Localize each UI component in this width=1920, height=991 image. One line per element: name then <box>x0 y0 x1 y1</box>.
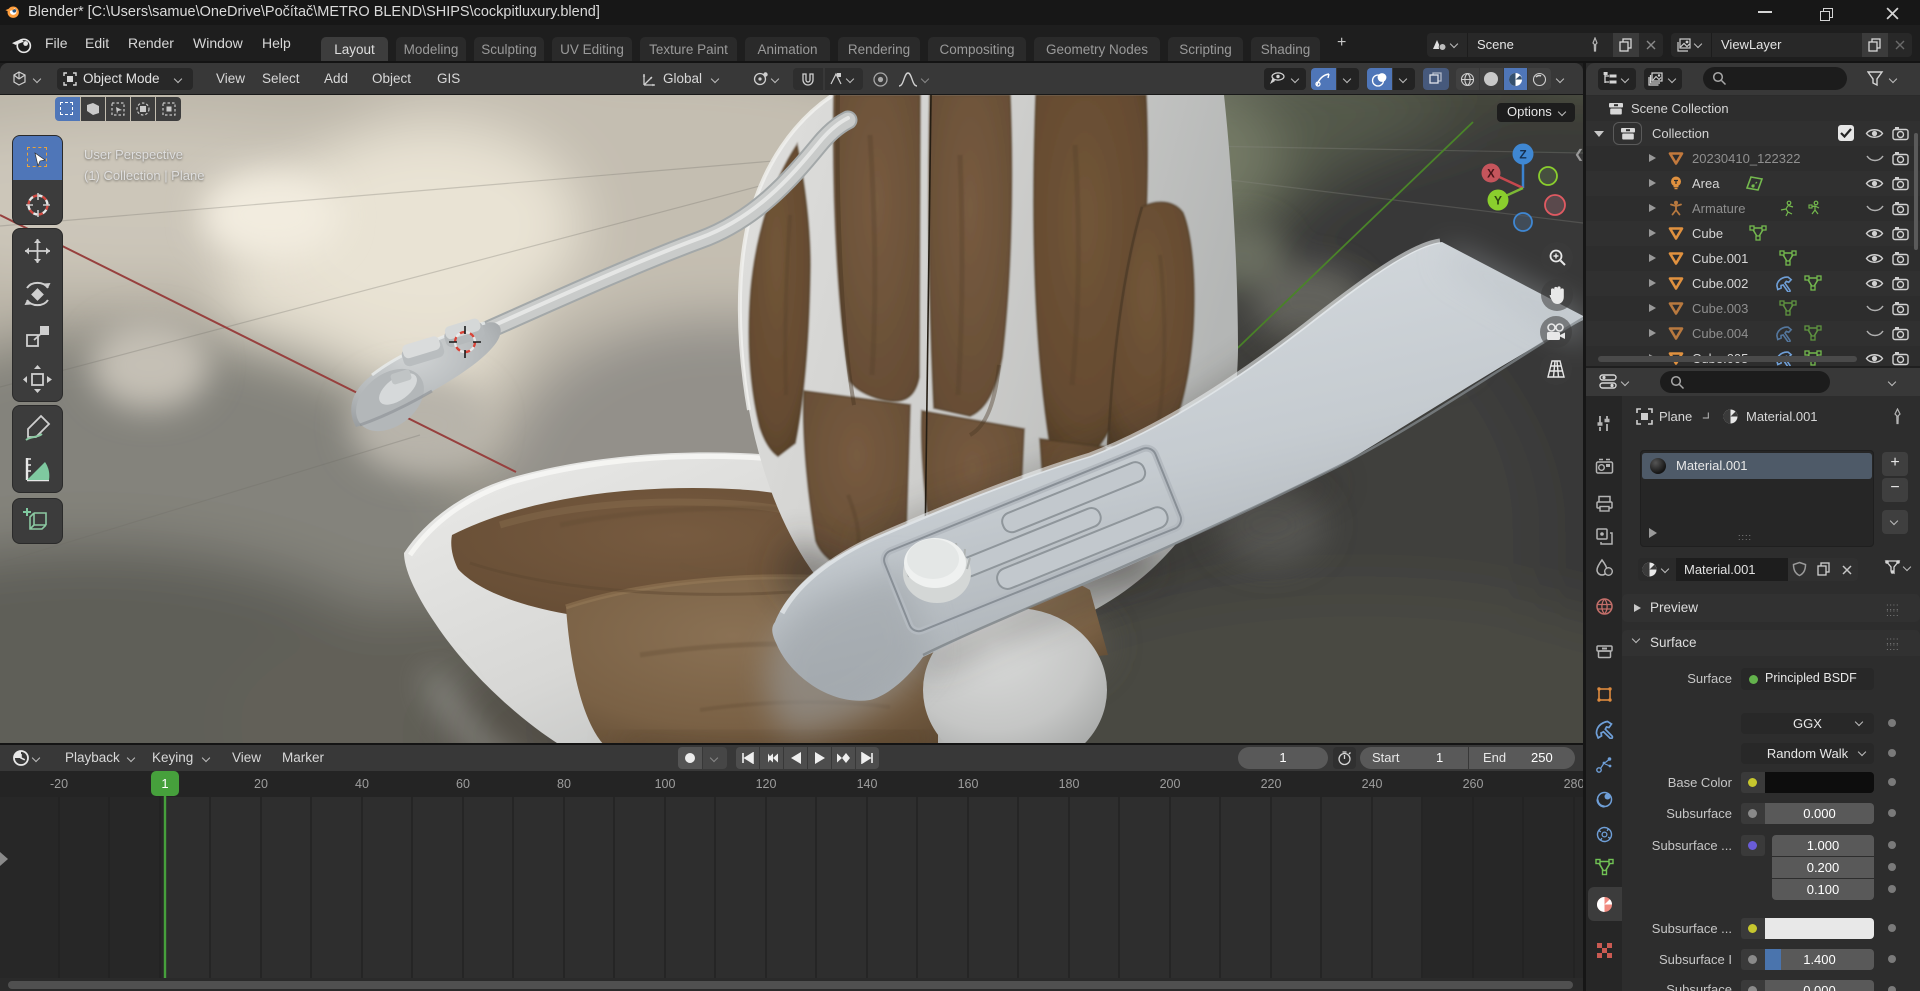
svg-text:Z: Z <box>1519 148 1526 162</box>
svg-text:200: 200 <box>1160 777 1181 791</box>
svg-text:180: 180 <box>1059 777 1080 791</box>
svg-text:1: 1 <box>161 776 168 791</box>
svg-text:260: 260 <box>1463 777 1484 791</box>
svg-text:40: 40 <box>355 777 369 791</box>
svg-text:100: 100 <box>655 777 676 791</box>
svg-text:Y: Y <box>1494 194 1502 208</box>
svg-text:140: 140 <box>857 777 878 791</box>
svg-text:60: 60 <box>456 777 470 791</box>
svg-text:-20: -20 <box>50 777 68 791</box>
svg-text:220: 220 <box>1261 777 1282 791</box>
svg-text:120: 120 <box>756 777 777 791</box>
svg-text:X: X <box>1487 169 1495 181</box>
svg-text:280: 280 <box>1564 777 1583 791</box>
svg-text:80: 80 <box>557 777 571 791</box>
svg-text:160: 160 <box>958 777 979 791</box>
svg-text:240: 240 <box>1362 777 1383 791</box>
svg-text:20: 20 <box>254 777 268 791</box>
